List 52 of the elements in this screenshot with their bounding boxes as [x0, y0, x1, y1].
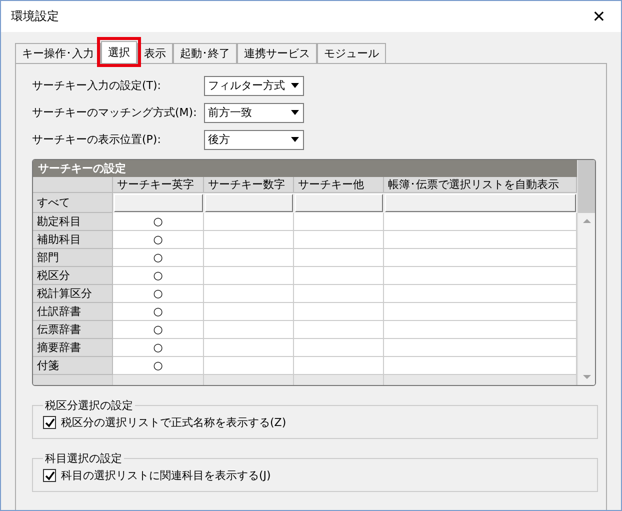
row-header: 税区分 — [33, 267, 113, 285]
table-cell[interactable]: ○ — [113, 249, 204, 267]
row-header: 補助科目 — [33, 231, 113, 249]
check-icon — [44, 418, 54, 428]
dropdown-arrow-icon — [291, 137, 299, 142]
checkbox-label: 税区分の選択リストで正式名称を表示する(Z) — [61, 415, 286, 430]
grid-title: サーチキーの設定 — [33, 160, 577, 177]
scroll-thumb[interactable] — [578, 160, 595, 213]
column-header: 帳簿･伝票で選択リストを自動表示 — [384, 177, 577, 193]
table-cell[interactable]: ○ — [113, 303, 204, 321]
table-cell[interactable]: ○ — [113, 267, 204, 285]
setting-label: サーチキーの表示位置(P): — [32, 132, 162, 147]
column-header: サーチキー英字 — [113, 177, 204, 193]
column-header: サーチキー他 — [294, 177, 384, 193]
table-cell[interactable]: ○ — [113, 339, 204, 357]
row-header: 税計算区分 — [33, 285, 113, 303]
setting-label: サーチキーのマッチング方式(M): — [32, 105, 198, 120]
group-title: 税区分選択の設定 — [44, 398, 134, 413]
table-cell[interactable]: ○ — [113, 231, 204, 249]
table-cell[interactable]: ○ — [113, 321, 204, 339]
tab[interactable]: 起動･終了 — [173, 43, 237, 63]
row-header: 伝票辞書 — [33, 321, 113, 339]
row-header: 仕訳辞書 — [33, 303, 113, 321]
checkbox-option[interactable]: 科目の選択リストに関連科目を表示する(J) — [43, 468, 587, 483]
tab[interactable]: 表示 — [137, 43, 173, 63]
check-icon — [44, 470, 54, 480]
row-header: 部門 — [33, 249, 113, 267]
dropdown-arrow-icon — [291, 110, 299, 115]
group-title: 科目選択の設定 — [44, 451, 123, 466]
dropdown[interactable]: フィルター方式 — [204, 76, 304, 96]
checkbox[interactable] — [43, 469, 56, 482]
dropdown[interactable]: 前方一致 — [204, 102, 304, 122]
column-header: サーチキー数字 — [204, 177, 294, 193]
row-header: すべて — [33, 193, 113, 213]
checkbox[interactable] — [43, 416, 56, 429]
checkbox-label: 科目の選択リストに関連科目を表示する(J) — [61, 468, 271, 483]
table-cell[interactable]: ○ — [113, 285, 204, 303]
dropdown[interactable]: 後方 — [204, 130, 304, 150]
tab[interactable]: 連携サービス — [237, 43, 317, 63]
close-button[interactable]: ✕ — [577, 7, 621, 26]
setting-label: サーチキー入力の設定(T): — [32, 78, 162, 93]
scroll-bar[interactable] — [577, 160, 595, 385]
checkbox-option[interactable]: 税区分の選択リストで正式名称を表示する(Z) — [43, 415, 587, 430]
table-cell[interactable]: ○ — [113, 357, 204, 375]
row-header: 付箋 — [33, 357, 113, 375]
row-header: 勘定科目 — [33, 213, 113, 231]
tab[interactable]: キー操作･入力 — [15, 43, 101, 63]
row-header: 摘要辞書 — [33, 339, 113, 357]
tab[interactable]: モジュール — [317, 43, 386, 63]
table-cell[interactable]: ○ — [113, 213, 204, 231]
window-title: 環境設定 — [11, 8, 59, 25]
dropdown-arrow-icon — [291, 83, 299, 88]
